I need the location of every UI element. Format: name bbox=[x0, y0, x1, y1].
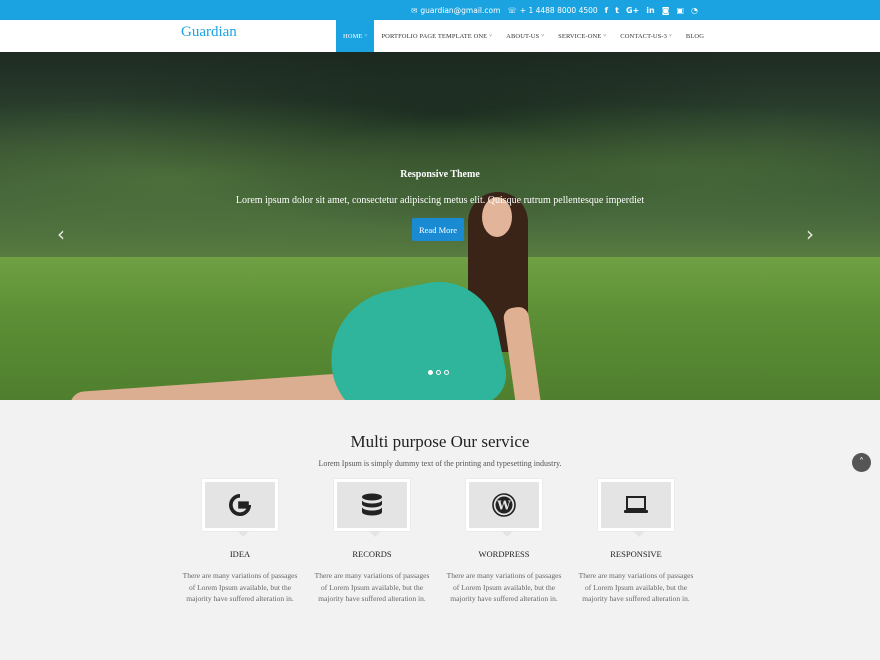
google-plus-icon[interactable]: G+ bbox=[626, 6, 639, 15]
service-title: RECORDS bbox=[352, 549, 392, 559]
service-icon-box: W bbox=[466, 479, 542, 537]
nav-item-label: CONTACT-US-3 bbox=[620, 32, 667, 40]
twitter-icon[interactable]: t bbox=[615, 6, 619, 15]
phone-icon: ☏ bbox=[507, 5, 517, 15]
chevron-down-icon: ˅ bbox=[668, 33, 672, 39]
nav-item-blog[interactable]: BLOG bbox=[679, 20, 711, 52]
scroll-to-top-button[interactable]: ˄ bbox=[852, 453, 871, 472]
google-icon bbox=[229, 494, 251, 516]
nav-item-portfolio[interactable]: PORTFOLIO PAGE TEMPLATE ONE ˅ bbox=[374, 20, 499, 52]
nav-item-label: SERVICE-ONE bbox=[558, 32, 602, 40]
service-desc: There are many variations of passages of… bbox=[314, 571, 430, 603]
wordpress-icon: W bbox=[492, 493, 516, 517]
slider-dot[interactable] bbox=[436, 370, 441, 375]
email-link[interactable]: ✉ guardian@gmail.com bbox=[411, 6, 500, 15]
services-subtitle: Lorem Ipsum is simply dummy text of the … bbox=[318, 459, 562, 468]
nav-item-label: ABOUT-US bbox=[506, 32, 540, 40]
rss-icon[interactable]: ◔ bbox=[691, 6, 698, 15]
nav-item-about[interactable]: ABOUT-US ˅ bbox=[499, 20, 551, 52]
slider-prev-arrow-icon[interactable]: ‹ bbox=[57, 224, 65, 244]
chevron-down-icon: ˅ bbox=[489, 33, 493, 39]
chevron-down-icon: ˅ bbox=[364, 33, 368, 39]
envelope-icon: ✉ bbox=[411, 5, 418, 15]
slider-dot[interactable] bbox=[444, 370, 449, 375]
chevron-down-icon: ˅ bbox=[541, 33, 545, 39]
hero-slider: Responsive Theme Lorem ipsum dolor sit a… bbox=[0, 52, 880, 400]
nav-item-label: HOME bbox=[343, 32, 363, 40]
youtube-icon[interactable]: ▣ bbox=[676, 6, 684, 15]
linkedin-icon[interactable]: in bbox=[646, 6, 654, 15]
hero-text: Lorem ipsum dolor sit amet, consectetur … bbox=[235, 195, 645, 206]
svg-text:W: W bbox=[496, 499, 511, 513]
service-desc: There are many variations of passages of… bbox=[446, 571, 562, 603]
facebook-icon[interactable]: f bbox=[605, 6, 608, 15]
service-icon-box bbox=[598, 479, 674, 537]
hero-title: Responsive Theme bbox=[400, 169, 480, 180]
service-desc: There are many variations of passages of… bbox=[578, 571, 694, 603]
phone-text: + 1 4488 8000 4500 bbox=[519, 5, 598, 15]
service-desc: There are many variations of passages of… bbox=[182, 571, 298, 603]
service-icon-box bbox=[202, 479, 278, 537]
chevron-down-icon: ˅ bbox=[603, 33, 607, 39]
top-bar: ✉ guardian@gmail.com ☏ + 1 4488 8000 450… bbox=[0, 0, 880, 20]
laptop-icon bbox=[624, 496, 648, 513]
slider-dots bbox=[428, 370, 449, 375]
nav-item-home[interactable]: HOME ˅ bbox=[336, 20, 375, 52]
main-nav: HOME ˅ PORTFOLIO PAGE TEMPLATE ONE ˅ ABOUT… bbox=[336, 20, 711, 52]
top-bar-contacts: ✉ guardian@gmail.com ☏ + 1 4488 8000 450… bbox=[411, 0, 698, 20]
read-more-button[interactable]: Read More bbox=[412, 218, 464, 241]
service-title: IDEA bbox=[229, 549, 251, 559]
service-icon-box bbox=[334, 479, 410, 537]
nav-item-label: BLOG bbox=[685, 32, 704, 40]
site-header: Guardian HOME ˅ PORTFOLIO PAGE TEMPLATE O… bbox=[0, 20, 880, 52]
services-title: Multi purpose Our service bbox=[350, 432, 530, 451]
chevron-up-icon: ˄ bbox=[859, 457, 864, 468]
email-text: guardian@gmail.com bbox=[420, 5, 501, 15]
nav-item-label: PORTFOLIO PAGE TEMPLATE ONE bbox=[381, 32, 488, 40]
nav-item-service[interactable]: SERVICE-ONE ˅ bbox=[551, 20, 613, 52]
nav-item-contact[interactable]: CONTACT-US-3 ˅ bbox=[613, 20, 679, 52]
service-title: RESPONSIVE bbox=[610, 549, 662, 559]
site-logo[interactable]: Guardian bbox=[181, 24, 237, 41]
slider-dot[interactable] bbox=[428, 370, 433, 375]
slider-next-arrow-icon[interactable]: › bbox=[806, 224, 814, 244]
service-title: WORDPRESS bbox=[478, 549, 530, 559]
database-icon bbox=[362, 493, 382, 516]
flickr-icon[interactable]: ◙ bbox=[662, 6, 670, 15]
phone-link[interactable]: ☏ + 1 4488 8000 4500 bbox=[507, 6, 597, 15]
